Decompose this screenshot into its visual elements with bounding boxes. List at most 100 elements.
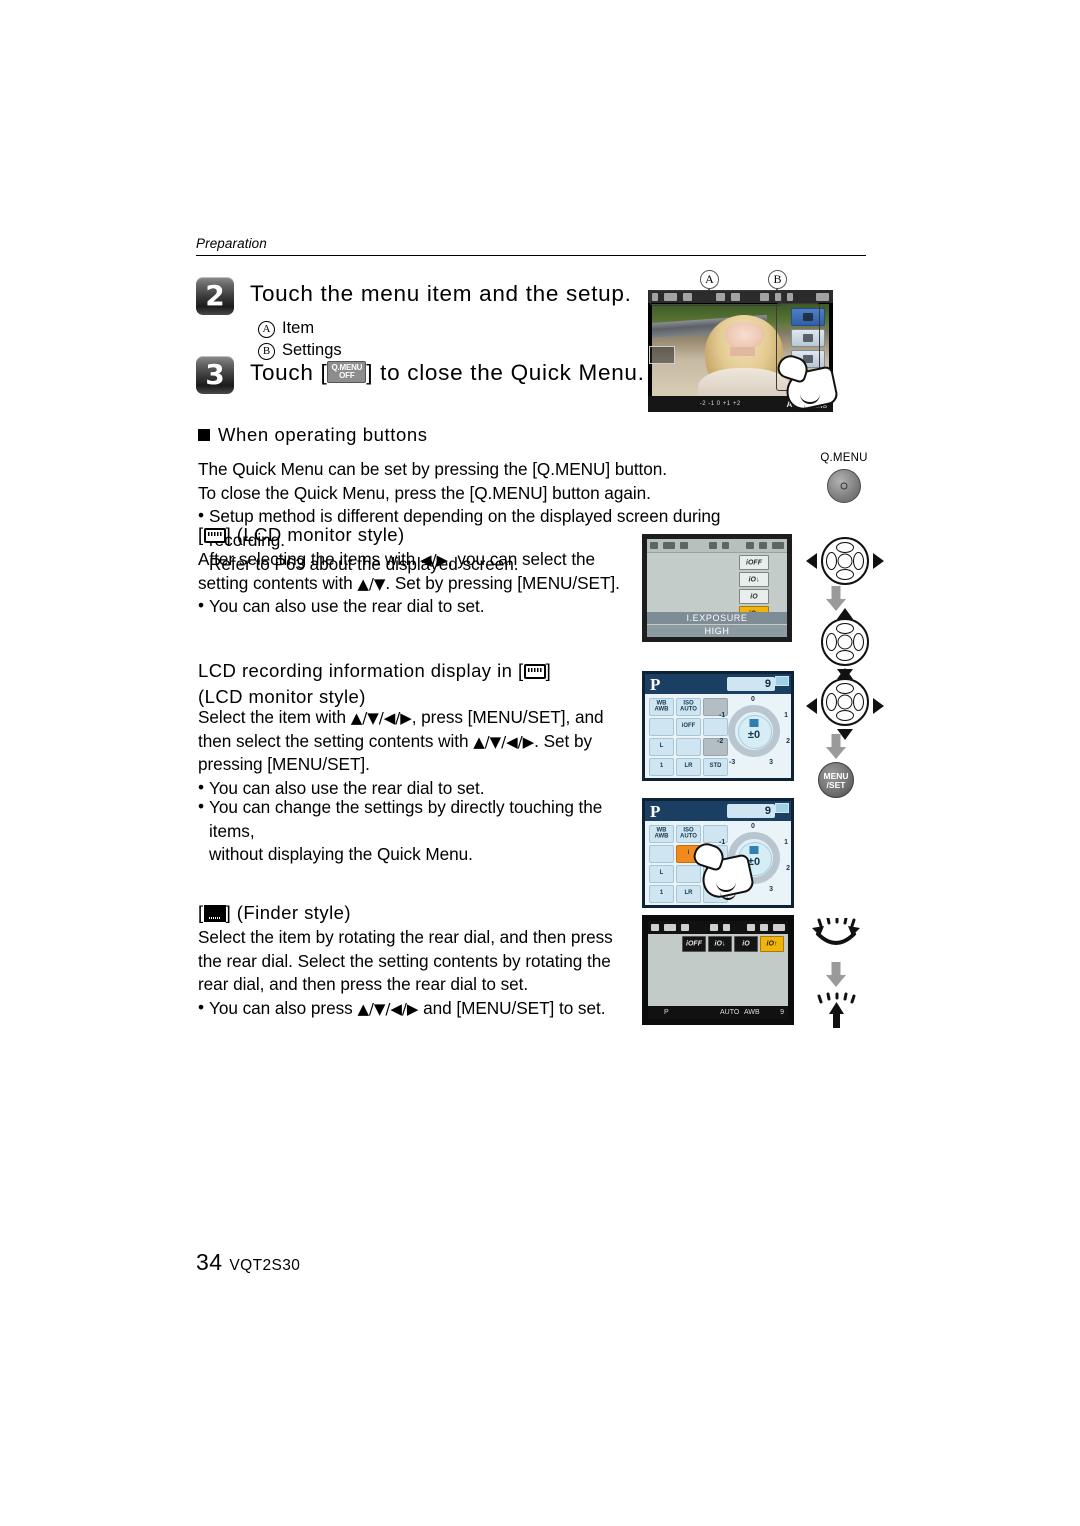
- rear-dial-rotate-illustration: [806, 916, 866, 960]
- step-3-badge: 3: [196, 356, 234, 394]
- p2-cell-lr[interactable]: LR: [676, 885, 701, 903]
- quality-icon: [787, 293, 793, 301]
- page-number: 34: [196, 1249, 223, 1275]
- dpad-2-up[interactable]: [836, 623, 854, 634]
- live-view-bottom-bar: -2 -1 0 +1 +2 AUTO AWB: [648, 396, 833, 412]
- p2-cell-lr-label: LR: [684, 890, 693, 897]
- lcd-monitor-style-body: After selecting the items with ◀/▶, you …: [198, 548, 638, 619]
- finder-option-1[interactable]: iOFF: [682, 936, 706, 952]
- p1-screen: P 9 WB AWB ISO AUTO iOFF L 1 LR STD ±0 0 1…: [645, 674, 791, 778]
- preview-neck-shape: [729, 347, 755, 357]
- callout-legend-item-a: A Item: [258, 318, 342, 340]
- dpad-1-right[interactable]: [853, 552, 864, 570]
- battery-icon: [816, 293, 829, 301]
- p1-cell-iso[interactable]: ISO AUTO: [676, 698, 701, 716]
- p1-settings-grid[interactable]: WB AWB ISO AUTO iOFF L 1 LR STD: [649, 698, 728, 776]
- lcd-style-bracket-open: [: [198, 524, 204, 545]
- p2-cell-iso[interactable]: ISO AUTO: [676, 825, 701, 843]
- dpad-3-up[interactable]: [836, 683, 854, 694]
- p2-exposure-dial[interactable]: ±0 0 1 2 3 -3 -2 -1: [717, 823, 790, 893]
- lcd-style-bullet: You can also use the rear dial to set.: [198, 594, 638, 619]
- p1-top-bar: P 9: [645, 674, 791, 694]
- dpad-1-center[interactable]: [837, 553, 853, 569]
- dpad-1-up[interactable]: [836, 542, 854, 553]
- page-header: Preparation: [196, 236, 866, 256]
- dpad-3-center[interactable]: [837, 694, 853, 710]
- p1-cell-metering[interactable]: [649, 718, 674, 736]
- p1-shots-remaining: 9: [727, 677, 775, 691]
- dpad-2-left[interactable]: [826, 633, 837, 651]
- lcd-option-3[interactable]: iO: [739, 589, 769, 604]
- finder-options-row[interactable]: iOFF iO↓ iO iO↑: [682, 936, 784, 952]
- lcd-option-2[interactable]: iO↓: [739, 572, 769, 587]
- dpad-2-center[interactable]: [837, 634, 853, 650]
- p2-cell-iexposure-highlighted[interactable]: i: [676, 845, 701, 863]
- p2-tick-3: 3: [769, 886, 773, 893]
- p1-cell-iexposure[interactable]: iOFF: [676, 718, 701, 736]
- qmenu-button-label: Q.MENU: [820, 452, 868, 464]
- p1-cell-lr[interactable]: LR: [676, 758, 701, 776]
- p1-ev-icon: [749, 719, 759, 728]
- dpad-2-down[interactable]: [836, 650, 854, 661]
- finder-icon-7: [760, 924, 769, 931]
- lcd-option-2-label: iO↓: [748, 576, 760, 583]
- p2-cell-size-label: L: [659, 870, 664, 877]
- p2-cell-metering[interactable]: [649, 845, 674, 863]
- finder-option-2[interactable]: iO↓: [708, 936, 732, 952]
- dpad-3-right[interactable]: [853, 693, 864, 711]
- p2-battery-icon: [775, 803, 789, 813]
- finder-bullet-a: You can also press: [209, 998, 358, 1019]
- finder-icon-1: [651, 924, 659, 931]
- finder-option-4-selected[interactable]: iO↑: [760, 936, 784, 952]
- p2-settings-grid[interactable]: WB AWB ISO AUTO i L 1 LR: [649, 825, 728, 903]
- dpad-3-left[interactable]: [826, 693, 837, 711]
- p1-cell-stabilizer[interactable]: 1: [649, 758, 674, 776]
- p2-top-bar: P 9: [645, 801, 791, 821]
- lcd-rec-line-2: then select the setting contents with ▲/…: [198, 730, 628, 754]
- dpad-group-3: [806, 668, 884, 740]
- finder-icon-6: [747, 924, 756, 931]
- menu-set-button[interactable]: MENU /SET: [818, 762, 854, 798]
- lcd-icon-6: [746, 542, 755, 549]
- lcd-option-1[interactable]: iOFF: [739, 555, 769, 570]
- p2-cell-stabilizer[interactable]: 1: [649, 885, 674, 903]
- finder-style-title: [] (Finder style): [198, 900, 638, 926]
- p1-cell-wb[interactable]: WB AWB: [649, 698, 674, 716]
- dpad-group-2: [806, 608, 884, 680]
- qmenu-button-illustration: Q.MENU: [804, 452, 884, 503]
- p1-tick-2: 2: [786, 738, 790, 745]
- dpad-1-down[interactable]: [836, 569, 854, 580]
- p2-cell-wb-label: WB AWB: [654, 827, 669, 839]
- finder-line-1: Select the item by rotating the rear dia…: [198, 927, 613, 947]
- p1-cell-iexposure-label: iOFF: [681, 723, 696, 730]
- dpad-2[interactable]: [821, 618, 869, 666]
- p1-cell-quality[interactable]: [676, 738, 701, 756]
- direct-touch-bullet-line-1: You can change the settings by directly …: [198, 795, 628, 843]
- p1-tick-neg3: -3: [729, 759, 736, 766]
- p2-cell-quality[interactable]: [676, 865, 701, 883]
- p2-cell-picture-size[interactable]: L: [649, 865, 674, 883]
- p2-ev-value: ±0: [747, 855, 761, 868]
- p1-cell-size-label: L: [659, 743, 664, 750]
- dpad-2-right[interactable]: [853, 633, 864, 651]
- qmenu-button[interactable]: [827, 469, 861, 503]
- flow-arrow-3: [826, 962, 846, 988]
- p-mode-info-screenshot-2: P 9 WBAWB ISOAUTO i L 1 LR ±0 0 1 2 3: [642, 798, 794, 908]
- dpad-3-down[interactable]: [836, 710, 854, 721]
- lcd-monitor-icon: [203, 528, 226, 543]
- p1-cell-picture-size[interactable]: L: [649, 738, 674, 756]
- qmenu-line-2: To close the Quick Menu, press the [Q.ME…: [198, 482, 651, 503]
- dpad-3[interactable]: [821, 678, 869, 726]
- p1-exposure-dial[interactable]: ±0 0 1 2 3 -3 -2 -1: [717, 696, 790, 766]
- p2-cell-wb[interactable]: WB AWB: [649, 825, 674, 843]
- p2-tick-1: 1: [784, 839, 788, 846]
- p2-tick-neg1: -1: [719, 839, 726, 846]
- dpad-1[interactable]: [821, 537, 869, 585]
- lcd-battery-icon: [772, 542, 784, 549]
- finder-option-3[interactable]: iO: [734, 936, 758, 952]
- finder-icon-3: [680, 924, 689, 931]
- finder-battery-icon: [773, 924, 785, 931]
- finder-option-3-label: iO: [742, 940, 750, 948]
- dpad-1-left[interactable]: [826, 552, 837, 570]
- finder-option-1-label: iOFF: [686, 940, 702, 948]
